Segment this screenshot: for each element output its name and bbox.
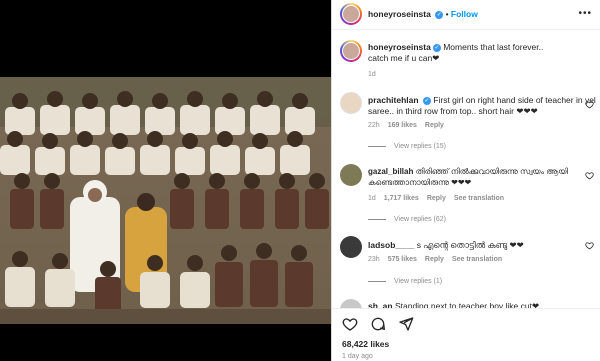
author-username[interactable]: honeyroseinsta <box>368 9 431 19</box>
reply-button[interactable]: Reply <box>425 256 444 263</box>
caption-age: 1d <box>368 71 376 78</box>
post-media <box>0 0 331 361</box>
action-bar <box>342 316 414 332</box>
heart-icon[interactable] <box>342 316 358 332</box>
caption-text-2: catch me if u can❤ <box>368 53 440 63</box>
view-replies-button[interactable]: View replies (1) <box>368 278 442 285</box>
view-replies-button[interactable]: View replies (15) <box>368 143 446 150</box>
comment-icon[interactable] <box>370 316 386 332</box>
post-photo[interactable] <box>0 77 331 324</box>
caption-text-1: Moments that last forever.. <box>443 42 544 52</box>
heart-icon[interactable] <box>585 100 594 109</box>
comment-text: ladsob____ s എന്റെ തൊട്ടിൽ കണ്ടു ❤❤ <box>368 240 524 250</box>
commenter-avatar[interactable] <box>340 92 362 114</box>
see-translation-button[interactable]: See translation <box>452 256 502 263</box>
author-avatar[interactable] <box>340 3 362 25</box>
verified-icon: ✓ <box>432 44 441 52</box>
reply-button[interactable]: Reply <box>427 195 446 202</box>
verified-icon: ✓ <box>422 97 431 105</box>
reply-button[interactable]: Reply <box>425 122 444 129</box>
comment-meta: 22h 169 likes Reply <box>368 122 444 129</box>
see-translation-button[interactable]: See translation <box>454 195 504 202</box>
post-header: honeyroseinsta ✓ • Follow <box>368 9 478 19</box>
more-icon[interactable]: ••• <box>578 8 592 19</box>
comment-text: gazal_billah തിരിഞ്ഞ് നിൽക്കുവായിരുന്നു … <box>368 167 568 187</box>
view-replies-button[interactable]: View replies (62) <box>368 216 446 223</box>
post-panel: honeyroseinsta ✓ • Follow ••• honeyrosei… <box>331 0 600 361</box>
post-date[interactable]: 1 day ago <box>342 353 373 360</box>
commenter-avatar[interactable] <box>340 236 362 258</box>
comment-text: prachitehlan ✓ First girl on right hand … <box>368 95 596 116</box>
caption: honeyroseinsta ✓ Moments that last foreve… <box>368 42 543 64</box>
comment-meta: 23h 575 likes Reply See translation <box>368 256 503 263</box>
follow-button[interactable]: Follow <box>451 9 478 19</box>
header-divider <box>332 29 600 30</box>
heart-icon[interactable] <box>585 171 594 180</box>
comment-likes[interactable]: 169 likes <box>388 122 417 129</box>
comment-username[interactable]: ladsob____ <box>368 240 414 250</box>
comment-likes[interactable]: 575 likes <box>388 256 417 263</box>
heart-icon[interactable] <box>585 241 594 250</box>
verified-icon: ✓ <box>435 11 444 19</box>
caption-username[interactable]: honeyroseinsta <box>368 42 431 52</box>
commenter-avatar[interactable] <box>340 164 362 186</box>
comment-username[interactable]: prachitehlan <box>368 95 419 105</box>
caption-avatar[interactable] <box>340 40 362 62</box>
comment-username[interactable]: gazal_billah <box>368 167 413 176</box>
likes-count[interactable]: 68,422 likes <box>342 339 389 349</box>
comment-meta: 1d 1,717 likes Reply See translation <box>368 195 505 202</box>
share-icon[interactable] <box>398 316 414 332</box>
comment-likes[interactable]: 1,717 likes <box>384 195 419 202</box>
